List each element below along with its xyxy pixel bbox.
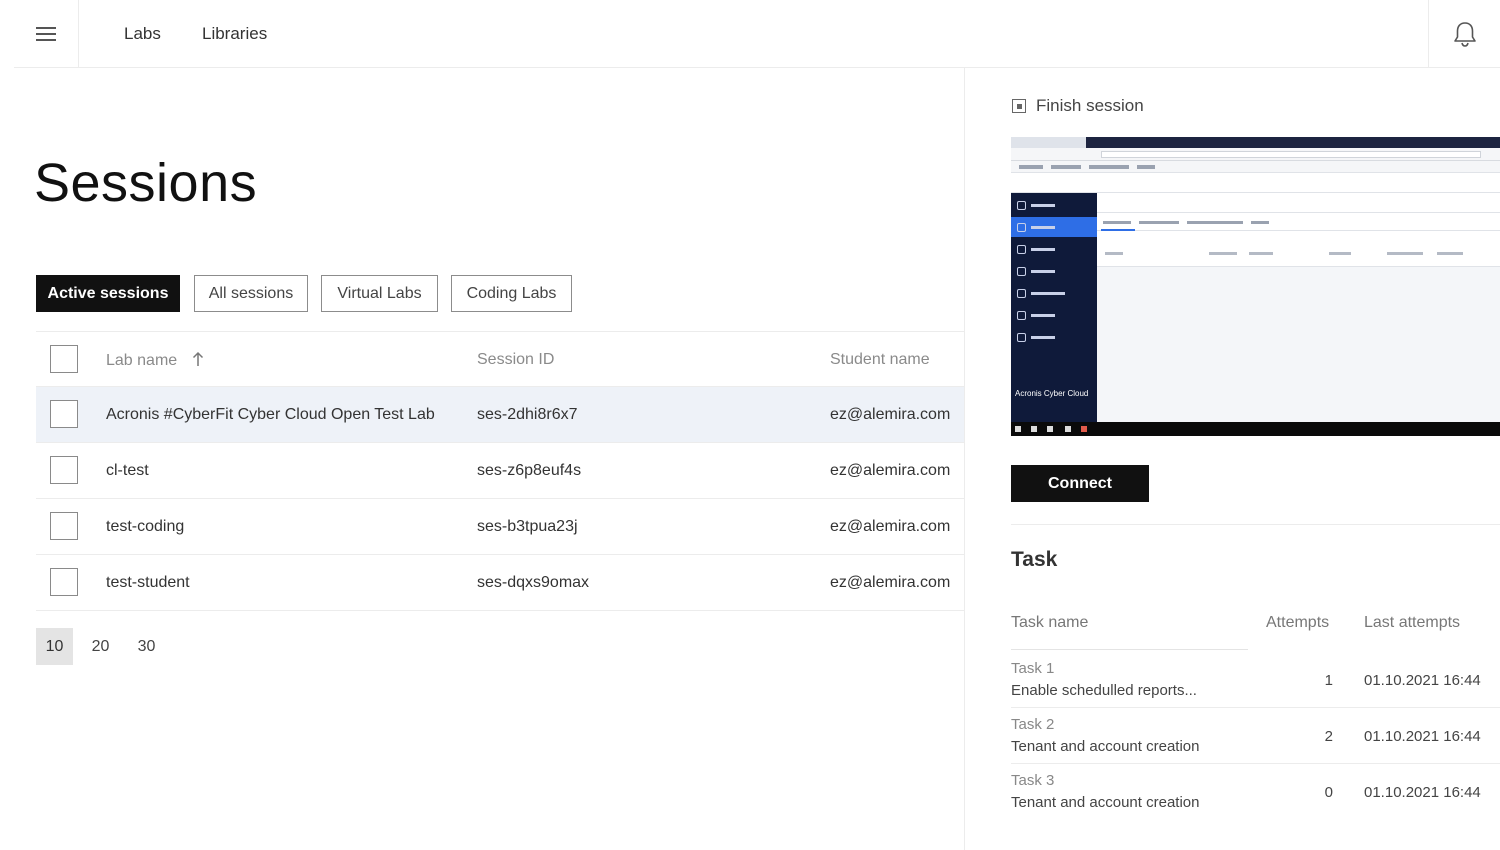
preview-taskbar	[1011, 422, 1500, 436]
task-last-attempt: 01.10.2021 16:44	[1364, 784, 1481, 801]
row-checkbox[interactable]	[50, 512, 78, 540]
filter-coding-labs[interactable]: Coding Labs	[451, 275, 572, 312]
task-last-attempt: 01.10.2021 16:44	[1364, 728, 1481, 745]
row-checkbox[interactable]	[50, 568, 78, 596]
hamburger-menu-icon	[36, 26, 56, 42]
table-row[interactable]: Acronis #CyberFit Cyber Cloud Open Test …	[36, 387, 964, 443]
column-header-lab-name[interactable]: Lab name	[106, 351, 204, 370]
task-header-line	[1011, 649, 1248, 650]
task-attempts: 1	[1324, 672, 1333, 689]
task-description: Enable schedulled reports...	[1011, 682, 1197, 699]
filter-virtual-labs[interactable]: Virtual Labs	[321, 275, 438, 312]
task-number: Task 3	[1011, 772, 1055, 789]
session-id-cell: ses-dqxs9omax	[477, 574, 590, 591]
table-header: Lab name Session ID Student name	[36, 331, 964, 387]
page-title: Sessions	[34, 153, 258, 213]
filter-all-sessions[interactable]: All sessions	[194, 275, 308, 312]
page-size-20[interactable]: 20	[82, 628, 119, 665]
lab-name-cell: Acronis #CyberFit Cyber Cloud Open Test …	[106, 406, 435, 423]
table-row[interactable]: test-coding ses-b3tpua23j ez@alemira.com	[36, 499, 964, 555]
preview-bookmarks	[1011, 161, 1500, 173]
column-header-session-id[interactable]: Session ID	[477, 351, 554, 369]
preview-address-bar	[1011, 148, 1500, 161]
task-last-attempt: 01.10.2021 16:44	[1364, 672, 1481, 689]
page-size-10[interactable]: 10	[36, 628, 73, 665]
session-id-cell: ses-b3tpua23j	[477, 518, 578, 535]
stop-square-icon	[1012, 99, 1026, 113]
session-id-cell: ses-z6p8euf4s	[477, 462, 582, 479]
top-bar: Labs Libraries	[14, 0, 1500, 68]
table-row[interactable]: cl-test ses-z6p8euf4s ez@alemira.com	[36, 443, 964, 499]
section-divider	[1011, 524, 1500, 525]
lab-name-cell: test-student	[106, 574, 190, 591]
panel-divider	[964, 68, 965, 850]
connect-button[interactable]: Connect	[1011, 465, 1149, 502]
task-description: Tenant and account creation	[1011, 794, 1200, 811]
nav-link-labs[interactable]: Labs	[124, 24, 161, 44]
bell-icon	[1453, 22, 1476, 47]
student-name-cell: ez@alemira.com	[830, 406, 951, 423]
task-attempts: 2	[1324, 728, 1333, 745]
filter-active-sessions[interactable]: Active sessions	[36, 275, 180, 312]
task-column-name: Task name	[1011, 614, 1089, 631]
student-name-cell: ez@alemira.com	[830, 518, 951, 535]
task-description: Tenant and account creation	[1011, 738, 1200, 755]
select-all-checkbox[interactable]	[50, 345, 78, 373]
task-attempts: 0	[1324, 784, 1333, 801]
task-row[interactable]: Task 3 Tenant and account creation 0 01.…	[1011, 764, 1500, 820]
task-section-title: Task	[1011, 548, 1058, 571]
session-preview[interactable]: Acronis Cyber Cloud	[1011, 137, 1500, 436]
preview-breadcrumb	[1011, 173, 1500, 193]
lab-name-cell: cl-test	[106, 462, 149, 479]
sessions-table: Lab name Session ID Student name Acronis…	[36, 331, 964, 611]
row-checkbox[interactable]	[50, 456, 78, 484]
session-id-cell: ses-2dhi8r6x7	[477, 406, 578, 423]
preview-browser-tabs	[1011, 137, 1500, 148]
page-size-30[interactable]: 30	[128, 628, 165, 665]
finish-session-label: Finish session	[1036, 96, 1144, 115]
menu-button[interactable]	[14, 0, 79, 68]
column-header-student-name[interactable]: Student name	[830, 351, 930, 369]
task-number: Task 1	[1011, 660, 1055, 677]
task-number: Task 2	[1011, 716, 1055, 733]
finish-session-button[interactable]: Finish session	[1012, 96, 1144, 116]
notifications-button[interactable]	[1428, 0, 1500, 68]
preview-brand: Acronis Cyber Cloud	[1015, 389, 1089, 398]
page-size-selector: 10 20 30	[36, 628, 174, 665]
task-column-last: Last attempts	[1364, 614, 1461, 631]
preview-main	[1097, 193, 1500, 422]
task-row[interactable]: Task 2 Tenant and account creation 2 01.…	[1011, 708, 1500, 764]
column-header-label: Lab name	[106, 352, 178, 369]
student-name-cell: ez@alemira.com	[830, 462, 951, 479]
preview-sidebar: Acronis Cyber Cloud	[1011, 193, 1097, 422]
task-column-attempts: Attempts	[1266, 614, 1330, 631]
student-name-cell: ez@alemira.com	[830, 574, 951, 591]
row-checkbox[interactable]	[50, 400, 78, 428]
task-row[interactable]: Task 1 Enable schedulled reports... 1 01…	[1011, 652, 1500, 708]
arrow-up-icon	[192, 351, 203, 366]
table-row[interactable]: test-student ses-dqxs9omax ez@alemira.co…	[36, 555, 964, 611]
nav-link-libraries[interactable]: Libraries	[202, 24, 267, 44]
lab-name-cell: test-coding	[106, 518, 185, 535]
